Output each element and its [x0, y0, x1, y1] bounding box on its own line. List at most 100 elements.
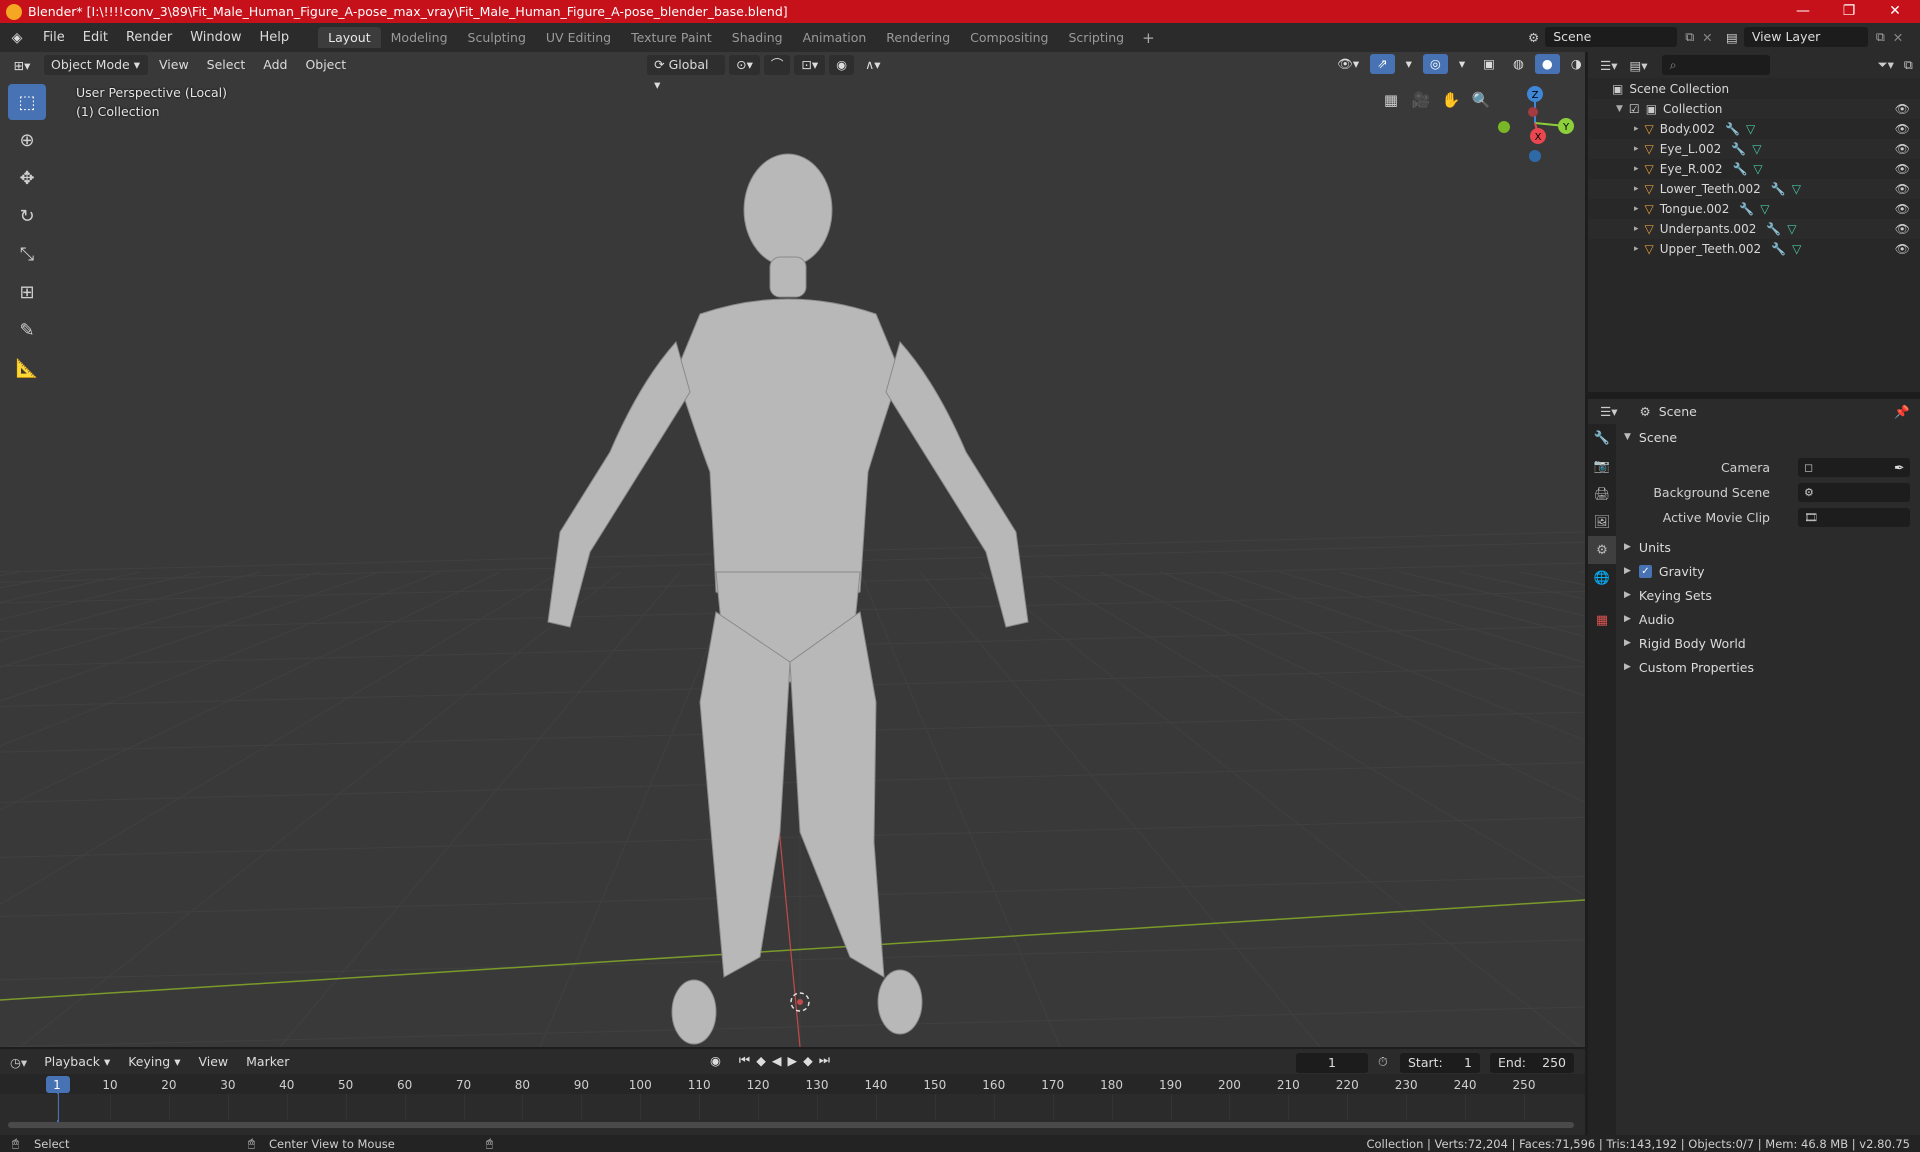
menu-help[interactable]: Help — [251, 30, 299, 45]
scene-tab-icon[interactable]: ⚙ — [1588, 536, 1616, 564]
delete-view-layer-icon[interactable]: ✕ — [1893, 30, 1903, 45]
expand-icon[interactable]: ▸ — [1634, 124, 1639, 134]
gizmo-toggle-icon[interactable]: ⇗ — [1370, 54, 1395, 74]
timeline-scrollbar[interactable] — [8, 1122, 1574, 1128]
mesh-data-icon[interactable]: ▽ — [1752, 142, 1761, 156]
gizmo-neg-x-handle[interactable] — [1528, 107, 1538, 117]
jump-start-icon[interactable]: ⏮ — [739, 1052, 750, 1068]
gravity-checkbox[interactable]: ✓ — [1638, 564, 1652, 578]
modifier-icon[interactable]: 🔧 — [1725, 122, 1740, 136]
tab-texture-paint[interactable]: Texture Paint — [621, 27, 722, 48]
timeline-menu-keying[interactable]: Keying ▾ — [121, 1052, 187, 1072]
3d-viewport[interactable] — [0, 52, 1585, 1047]
tab-compositing[interactable]: Compositing — [960, 27, 1058, 48]
prev-keyframe-icon[interactable]: ◆ — [756, 1053, 766, 1068]
tab-scripting[interactable]: Scripting — [1059, 27, 1135, 48]
cursor-tool-icon[interactable]: ⊕ — [8, 122, 46, 158]
tab-sculpting[interactable]: Sculpting — [458, 27, 536, 48]
mesh-data-icon[interactable]: ▽ — [1760, 202, 1769, 216]
visibility-eye-icon[interactable]: 👁 — [1895, 222, 1910, 236]
texture-tab-icon[interactable]: ▦ — [1588, 606, 1616, 634]
modifier-icon[interactable]: 🔧 — [1766, 222, 1781, 236]
expand-icon[interactable]: ▸ — [1634, 244, 1639, 254]
scene-field[interactable]: Scene — [1545, 27, 1678, 47]
properties-section[interactable]: ▶ ✓ Gravity — [1616, 560, 1920, 582]
new-view-layer-icon[interactable]: ⧉ — [1876, 29, 1885, 45]
jump-end-icon[interactable]: ⏭ — [819, 1052, 830, 1068]
record-icon[interactable]: ◉ — [710, 1053, 721, 1068]
outliner-item[interactable]: ▸ ▽ Eye_L.002 🔧 ▽ 👁 — [1588, 139, 1920, 159]
overlay-toggle-icon[interactable]: ◎ — [1422, 54, 1448, 74]
move-tool-icon[interactable]: ✥ — [8, 160, 46, 196]
navigation-gizmo[interactable]: Z Y X — [1480, 78, 1580, 178]
falloff-icon[interactable]: ∧▾ — [858, 55, 887, 75]
viewport-menu-select[interactable]: Select — [200, 55, 253, 75]
viewport-menu-object[interactable]: Object — [298, 55, 353, 75]
mesh-data-icon[interactable]: ▽ — [1792, 182, 1801, 196]
outliner-item[interactable]: ▸ ▽ Tongue.002 🔧 ▽ 👁 — [1588, 199, 1920, 219]
mesh-data-icon[interactable]: ▽ — [1753, 162, 1762, 176]
tab-modeling[interactable]: Modeling — [381, 27, 458, 48]
material-shading-icon[interactable]: ◑ — [1564, 54, 1589, 74]
modifier-icon[interactable]: 🔧 — [1732, 162, 1747, 176]
properties-section[interactable]: ▶ Audio — [1616, 608, 1920, 630]
expand-icon[interactable]: ▸ — [1634, 224, 1639, 234]
outliner-item[interactable]: ▸ ▽ Underpants.002 🔧 ▽ 👁 — [1588, 219, 1920, 239]
section-expand-icon[interactable]: ▶ — [1624, 638, 1631, 648]
background-scene-field[interactable]: ⚙ — [1798, 482, 1910, 502]
menu-edit[interactable]: Edit — [74, 30, 117, 45]
add-workspace-icon[interactable]: + — [1134, 29, 1163, 47]
collapse-icon[interactable]: ▼ — [1616, 104, 1623, 114]
filter-icon[interactable]: ⏷▾ — [1878, 57, 1894, 73]
expand-icon[interactable]: ▸ — [1634, 144, 1639, 154]
pin-icon[interactable]: 📌 — [1894, 404, 1910, 420]
viewport-menu-view[interactable]: View — [152, 55, 196, 75]
visibility-eye-icon[interactable]: 👁 — [1895, 142, 1910, 156]
end-frame-field[interactable]: End: 250 — [1490, 1053, 1574, 1073]
human-figure-mesh[interactable] — [547, 153, 1029, 1045]
outliner-editor-icon[interactable]: ☰▾ — [1600, 58, 1617, 73]
display-mode-icon[interactable]: ▤▾ — [1629, 58, 1647, 73]
current-frame-field[interactable]: 1 — [1296, 1053, 1368, 1073]
editor-type-icon[interactable]: ⊞▾ — [0, 58, 44, 73]
tab-rendering[interactable]: Rendering — [876, 27, 960, 48]
view-layer-field[interactable]: View Layer — [1743, 27, 1868, 47]
measure-tool-icon[interactable]: 📐 — [8, 350, 46, 386]
scale-tool-icon[interactable]: ⤡ — [8, 236, 46, 272]
camera-view-icon[interactable]: 🎥 — [1407, 86, 1435, 114]
scene-collection-row[interactable]: ▣ Scene Collection — [1588, 79, 1920, 99]
modifier-icon[interactable]: 🔧 — [1771, 242, 1786, 256]
gizmo-neg-y-handle[interactable] — [1498, 121, 1510, 133]
output-tab-icon[interactable]: 🖨 — [1588, 480, 1616, 508]
expand-icon[interactable]: ▸ — [1634, 204, 1639, 214]
view-layer-icon[interactable]: ▤ — [1726, 30, 1738, 45]
view-layer-tab-icon[interactable]: 🖼 — [1588, 508, 1616, 536]
section-expand-icon[interactable]: ▶ — [1624, 590, 1631, 600]
select-box-tool-icon[interactable]: ⬚ — [8, 84, 46, 120]
modifier-icon[interactable]: 🔧 — [1771, 182, 1786, 196]
new-scene-icon[interactable]: ⧉ — [1685, 29, 1694, 45]
preview-range-icon[interactable]: ⏱ — [1378, 1054, 1388, 1070]
tool-tab-icon[interactable]: 🔧 — [1588, 424, 1616, 452]
mesh-data-icon[interactable]: ▽ — [1787, 222, 1796, 236]
expand-icon[interactable]: ▸ — [1634, 164, 1639, 174]
snap-target-icon[interactable]: ⊡▾ — [794, 55, 826, 75]
transform-tool-icon[interactable]: ⊞ — [8, 274, 46, 310]
blender-menu-icon[interactable]: ◈ — [0, 30, 34, 46]
rotate-tool-icon[interactable]: ↻ — [8, 198, 46, 234]
collection-checkbox-icon[interactable]: ☑ — [1629, 102, 1640, 116]
outliner-item[interactable]: ▸ ▽ Body.002 🔧 ▽ 👁 — [1588, 119, 1920, 139]
properties-section[interactable]: ▶ Units — [1616, 536, 1920, 558]
snap-icon[interactable]: ⌒ — [763, 55, 791, 75]
tab-animation[interactable]: Animation — [793, 27, 877, 48]
eyedropper-icon[interactable]: ✒ — [1894, 460, 1904, 475]
scene-panel-header[interactable]: ▼ Scene — [1616, 426, 1920, 448]
modifier-icon[interactable]: 🔧 — [1731, 142, 1746, 156]
visibility-eye-icon[interactable]: 👁 — [1895, 162, 1910, 176]
outliner-item[interactable]: ▸ ▽ Upper_Teeth.002 🔧 ▽ 👁 — [1588, 239, 1920, 259]
tab-uv-editing[interactable]: UV Editing — [536, 27, 621, 48]
xray-icon[interactable]: ▣ — [1476, 54, 1502, 74]
tab-shading[interactable]: Shading — [722, 27, 793, 48]
viewport-menu-add[interactable]: Add — [256, 55, 294, 75]
properties-section[interactable]: ▶ Custom Properties — [1616, 656, 1920, 678]
